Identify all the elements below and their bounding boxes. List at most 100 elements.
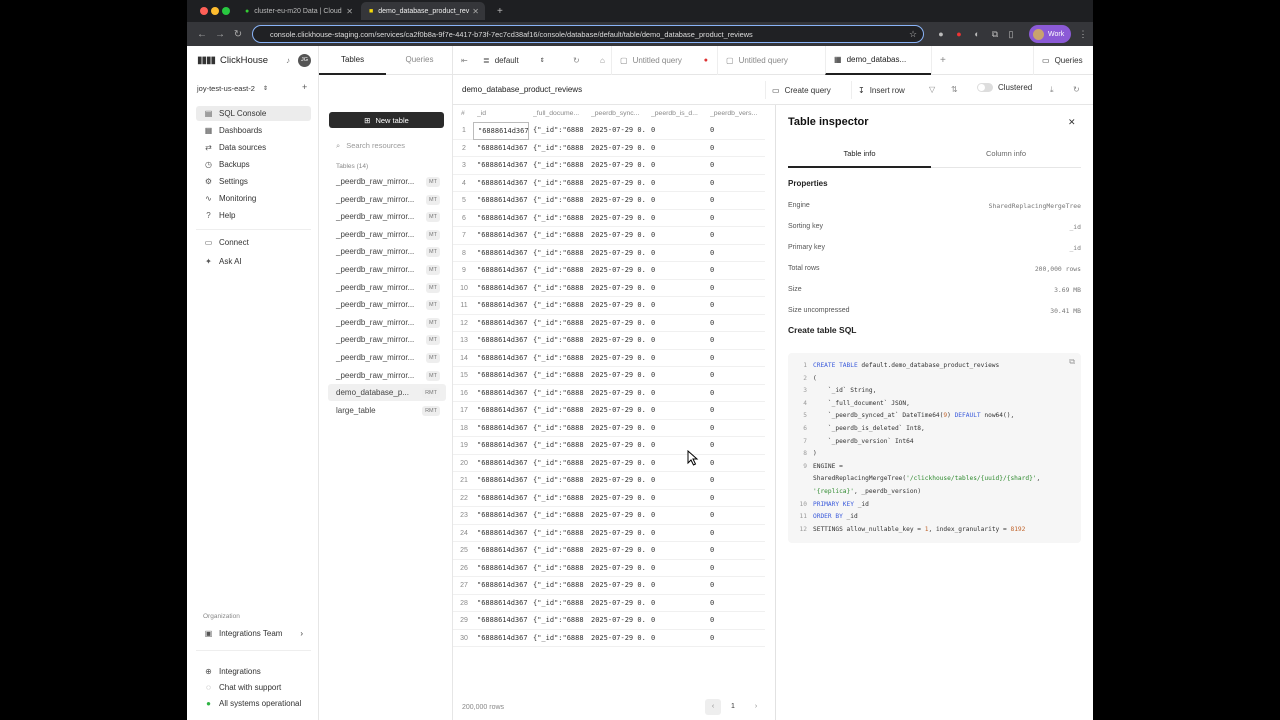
cell-synced-at[interactable]: 2025-07-29 0...	[591, 140, 645, 158]
clustered-toggle[interactable]: Clustered	[977, 83, 1032, 92]
cell-is-deleted[interactable]: 0	[651, 560, 701, 578]
table-row[interactable]: 9 "6888614d367... {"_id":"6888... 2025-0…	[453, 262, 765, 280]
column-header-synced-at[interactable]: _peerdb_sync...	[591, 105, 643, 122]
cell-synced-at[interactable]: 2025-07-29 0...	[591, 455, 645, 473]
cell-synced-at[interactable]: 2025-07-29 0...	[591, 262, 645, 280]
table-row[interactable]: 19 "6888614d367... {"_id":"6888... 2025-…	[453, 437, 765, 455]
cell-full-document[interactable]: {"_id":"6888...	[533, 210, 585, 228]
cell-id[interactable]: "6888614d367...	[473, 245, 529, 263]
cell-synced-at[interactable]: 2025-07-29 0...	[591, 227, 645, 245]
cell-id[interactable]: "6888614d367...	[473, 630, 529, 648]
refresh-icon[interactable]: ↻	[1073, 85, 1080, 94]
column-header-is-deleted[interactable]: _peerdb_is_d...	[651, 105, 703, 122]
cell-synced-at[interactable]: 2025-07-29 0...	[591, 332, 645, 350]
add-tab-icon[interactable]: +	[931, 46, 961, 75]
table-list-item[interactable]: _peerdb_raw_mirror... MT	[328, 296, 446, 313]
cell-version[interactable]: 0	[710, 157, 760, 175]
tab-untitled-query-1[interactable]: ▢ Untitled query ●	[611, 46, 716, 75]
cell-id[interactable]: "6888614d367...	[473, 175, 529, 193]
cell-is-deleted[interactable]: 0	[651, 350, 701, 368]
cell-id[interactable]: "6888614d367...	[473, 507, 529, 525]
cell-synced-at[interactable]: 2025-07-29 0...	[591, 245, 645, 263]
cell-id[interactable]: "6888614d367...	[473, 385, 529, 403]
cell-full-document[interactable]: {"_id":"6888...	[533, 630, 585, 648]
cell-is-deleted[interactable]: 0	[651, 490, 701, 508]
cell-full-document[interactable]: {"_id":"6888...	[533, 262, 585, 280]
table-row[interactable]: 22 "6888614d367... {"_id":"6888... 2025-…	[453, 490, 765, 508]
table-row[interactable]: 6 "6888614d367... {"_id":"6888... 2025-0…	[453, 210, 765, 228]
cell-version[interactable]: 0	[710, 595, 760, 613]
prev-page-icon[interactable]: ‹	[705, 699, 721, 715]
cell-id[interactable]: "6888614d367...	[473, 262, 529, 280]
close-tab-icon[interactable]: ✕	[346, 7, 353, 16]
cell-is-deleted[interactable]: 0	[651, 402, 701, 420]
org-selector[interactable]: ▣ Integrations Team ›	[196, 626, 311, 641]
table-list-item[interactable]: _peerdb_raw_mirror... MT	[328, 191, 446, 208]
cell-is-deleted[interactable]: 0	[651, 595, 701, 613]
cell-synced-at[interactable]: 2025-07-29 0...	[591, 122, 645, 140]
cell-is-deleted[interactable]: 0	[651, 525, 701, 543]
back-icon[interactable]: ←	[193, 29, 211, 40]
table-row[interactable]: 10 "6888614d367... {"_id":"6888... 2025-…	[453, 280, 765, 297]
cell-synced-at[interactable]: 2025-07-29 0...	[591, 507, 645, 525]
new-table-button[interactable]: ⊞ New table	[329, 112, 444, 128]
cell-id[interactable]: "6888614d367...	[473, 332, 529, 350]
refresh-icon[interactable]: ↻	[565, 46, 585, 75]
profile-button[interactable]: Work	[1029, 25, 1071, 43]
table-row[interactable]: 3 "6888614d367... {"_id":"6888... 2025-0…	[453, 157, 765, 175]
cell-full-document[interactable]: {"_id":"6888...	[533, 437, 585, 455]
table-row[interactable]: 8 "6888614d367... {"_id":"6888... 2025-0…	[453, 245, 765, 263]
cell-version[interactable]: 0	[710, 577, 760, 595]
cell-synced-at[interactable]: 2025-07-29 0...	[591, 490, 645, 508]
column-header-full-document[interactable]: _full_docume...	[533, 105, 585, 122]
minimize-window-icon[interactable]	[211, 7, 219, 15]
cell-full-document[interactable]: {"_id":"6888...	[533, 157, 585, 175]
table-list-item[interactable]: _peerdb_raw_mirror... MT	[328, 314, 446, 331]
cell-id[interactable]: "6888614d367...	[473, 140, 529, 158]
extension-red-icon[interactable]: ●	[953, 28, 965, 40]
cell-is-deleted[interactable]: 0	[651, 262, 701, 280]
cell-synced-at[interactable]: 2025-07-29 0...	[591, 630, 645, 648]
home-icon[interactable]: ⌂	[592, 46, 612, 75]
cell-full-document[interactable]: {"_id":"6888...	[533, 507, 585, 525]
cell-full-document[interactable]: {"_id":"6888...	[533, 122, 585, 140]
sidebar-item-backups[interactable]: ◷ Backups	[196, 157, 311, 172]
cell-version[interactable]: 0	[710, 210, 760, 228]
tab-tables[interactable]: Tables	[319, 46, 386, 75]
table-row[interactable]: 25 "6888614d367... {"_id":"6888... 2025-…	[453, 542, 765, 560]
cell-full-document[interactable]: {"_id":"6888...	[533, 560, 585, 578]
table-list-item[interactable]: demo_database_p... RMT	[328, 384, 446, 402]
table-row[interactable]: 16 "6888614d367... {"_id":"6888... 2025-…	[453, 385, 765, 403]
page-number[interactable]: 1	[725, 699, 741, 715]
bookmark-star-icon[interactable]: ☆	[907, 28, 919, 40]
reload-icon[interactable]: ↻	[229, 29, 247, 40]
cell-full-document[interactable]: {"_id":"6888...	[533, 542, 585, 560]
chat-support-link[interactable]: ◌ Chat with support	[196, 680, 311, 695]
tab-table-info[interactable]: Table info	[788, 149, 931, 168]
cell-is-deleted[interactable]: 0	[651, 315, 701, 333]
cell-full-document[interactable]: {"_id":"6888...	[533, 332, 585, 350]
cell-is-deleted[interactable]: 0	[651, 630, 701, 648]
cell-id[interactable]: "6888614d367...	[473, 402, 529, 420]
cell-version[interactable]: 0	[710, 402, 760, 420]
cell-is-deleted[interactable]: 0	[651, 210, 701, 228]
cell-is-deleted[interactable]: 0	[651, 140, 701, 158]
table-list-item[interactable]: _peerdb_raw_mirror... MT	[328, 208, 446, 225]
cell-id[interactable]: "6888614d367...	[473, 210, 529, 228]
table-row[interactable]: 29 "6888614d367... {"_id":"6888... 2025-…	[453, 612, 765, 630]
cell-version[interactable]: 0	[710, 472, 760, 490]
cell-is-deleted[interactable]: 0	[651, 367, 701, 385]
cell-id[interactable]: "6888614d367...	[473, 367, 529, 385]
cell-is-deleted[interactable]: 0	[651, 542, 701, 560]
table-list-item[interactable]: _peerdb_raw_mirror... MT	[328, 173, 446, 190]
tab-queries[interactable]: Queries	[386, 46, 453, 75]
table-row[interactable]: 1 "6888614d367... {"_id":"6888... 2025-0…	[453, 122, 765, 140]
create-query-button[interactable]: ▭ Create query	[765, 81, 837, 99]
cell-id[interactable]: "6888614d367...	[473, 560, 529, 578]
cell-id[interactable]: "6888614d367...	[473, 455, 529, 473]
queries-button[interactable]: ▭ Queries	[1033, 46, 1093, 75]
cell-version[interactable]: 0	[710, 420, 760, 438]
copy-icon[interactable]: ⧉	[1069, 357, 1075, 367]
table-row[interactable]: 17 "6888614d367... {"_id":"6888... 2025-…	[453, 402, 765, 420]
table-row[interactable]: 4 "6888614d367... {"_id":"6888... 2025-0…	[453, 175, 765, 193]
